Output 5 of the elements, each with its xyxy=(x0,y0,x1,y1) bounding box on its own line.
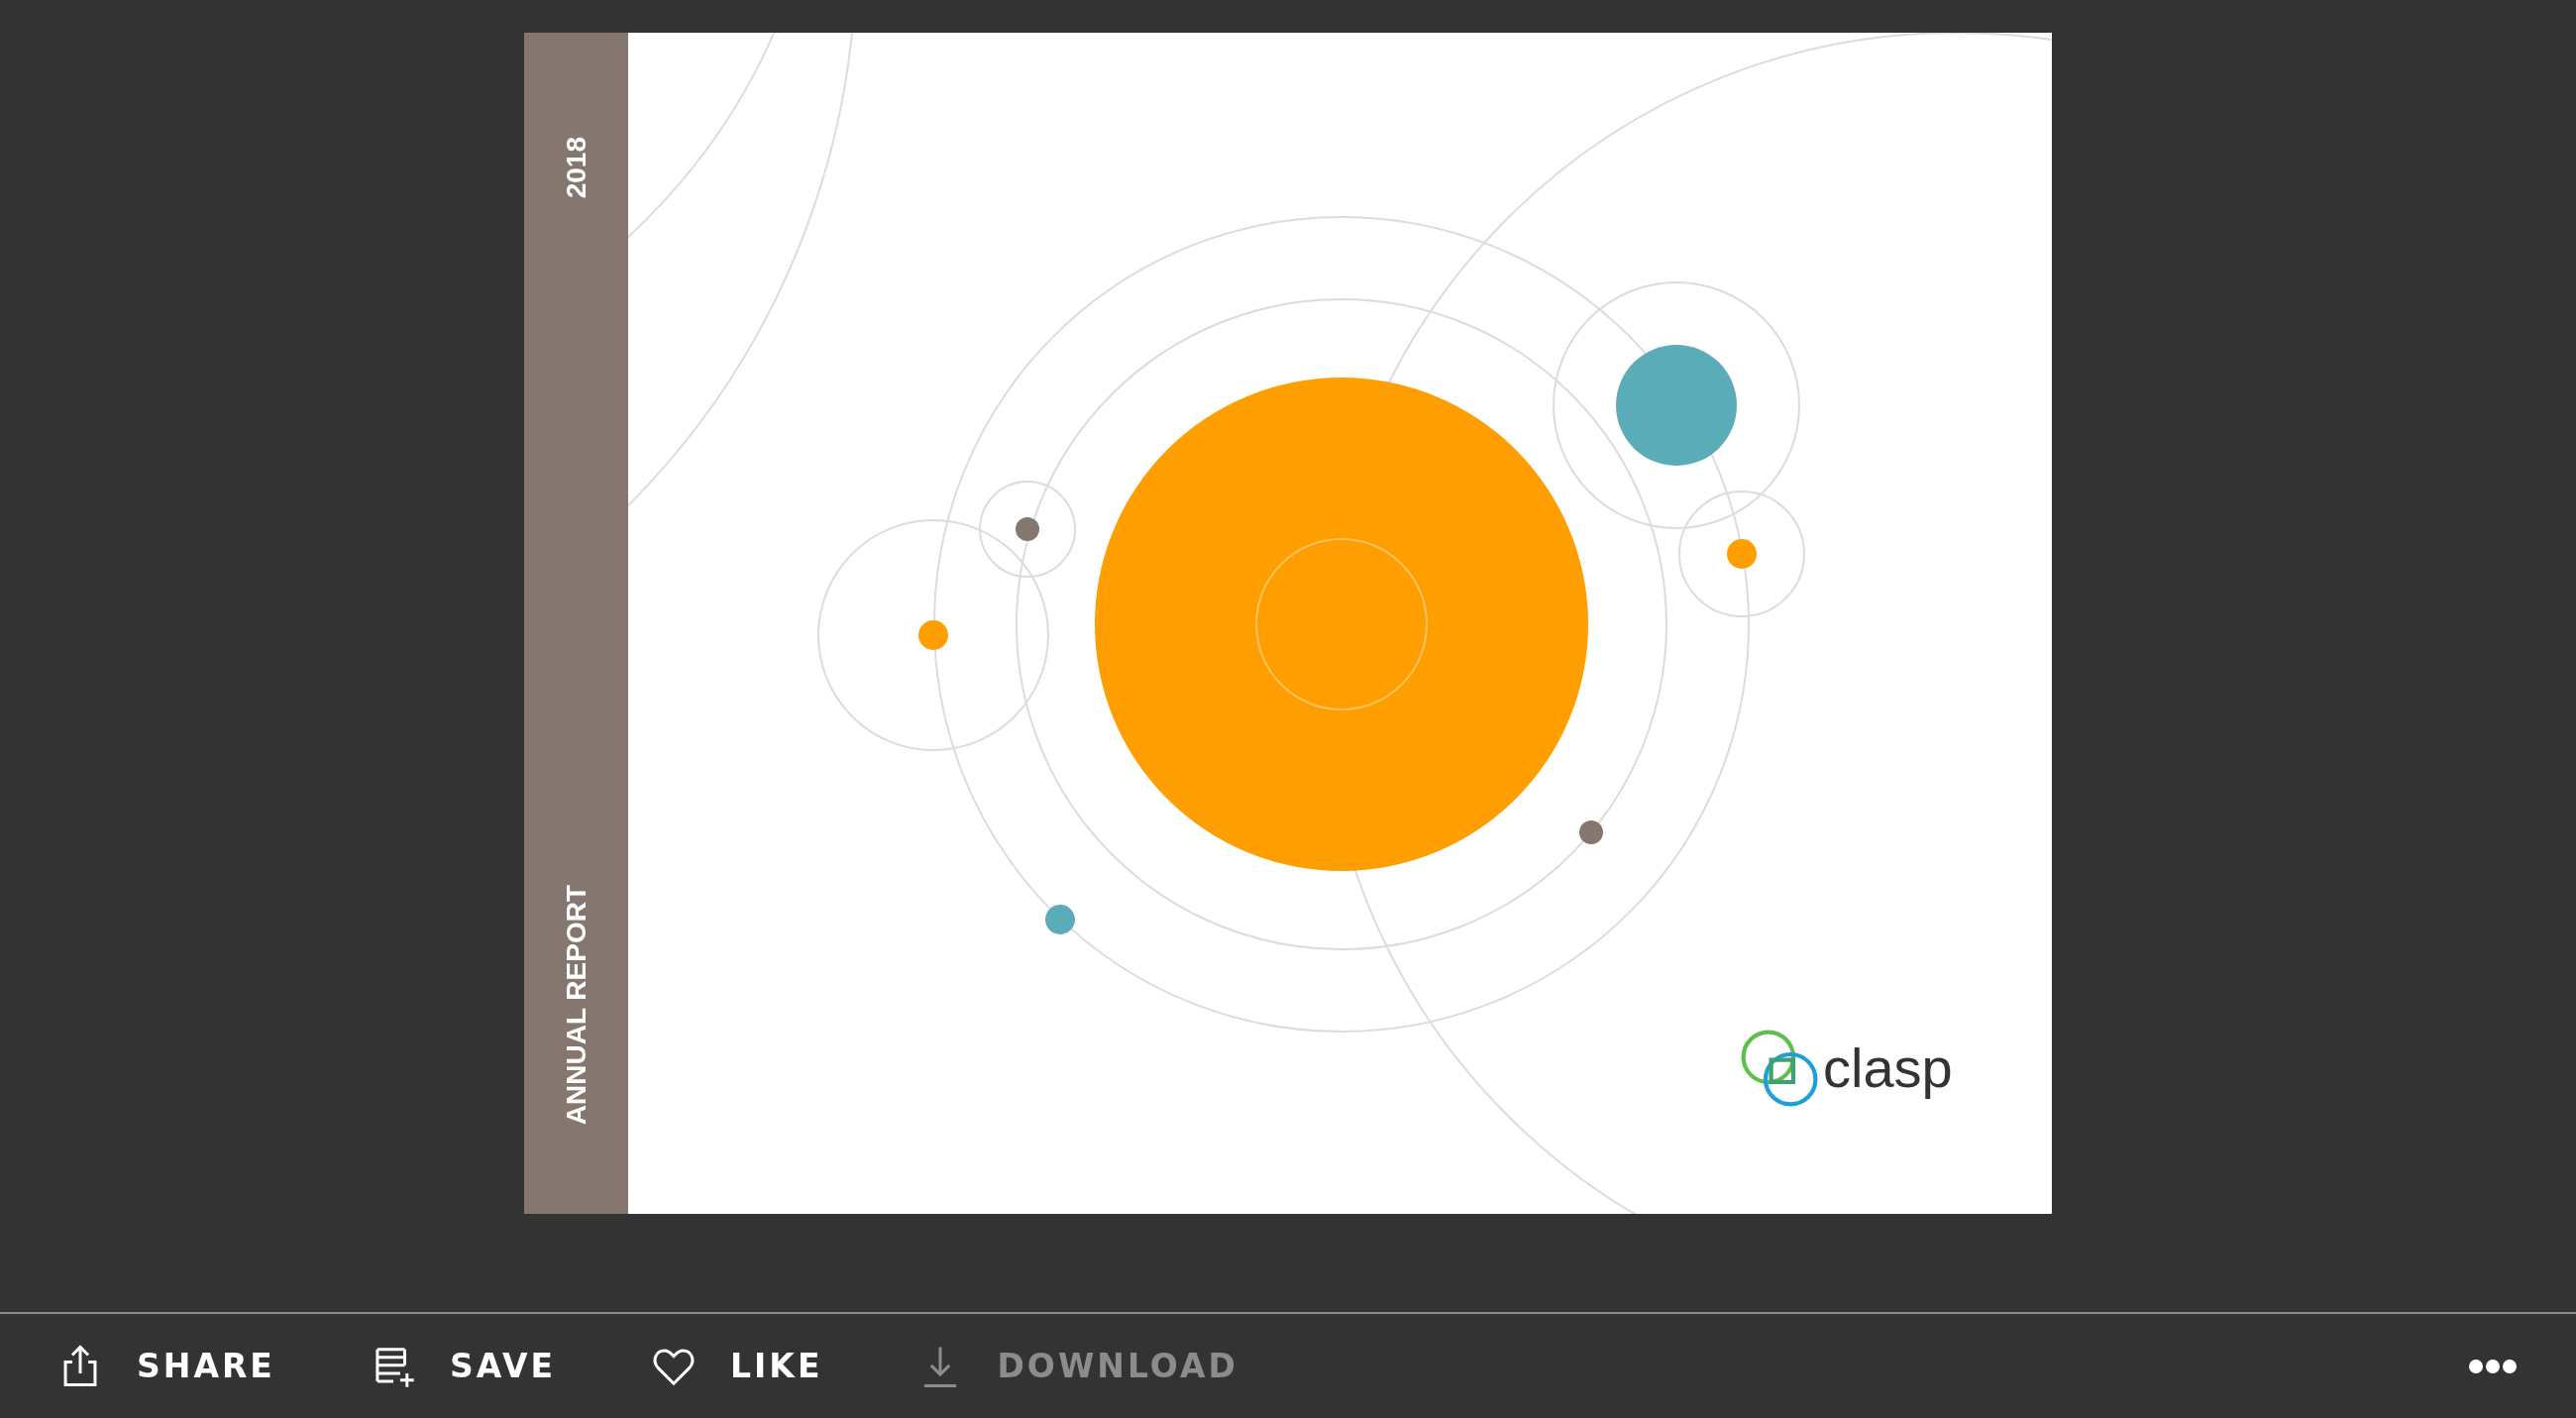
save-button[interactable]: SAVE xyxy=(370,1343,557,1389)
like-button[interactable]: LIKE xyxy=(651,1343,823,1389)
cover-year: 2018 xyxy=(560,137,592,199)
cover-title: ANNUAL REPORT xyxy=(560,884,592,1125)
share-button[interactable]: SHARE xyxy=(57,1343,275,1389)
